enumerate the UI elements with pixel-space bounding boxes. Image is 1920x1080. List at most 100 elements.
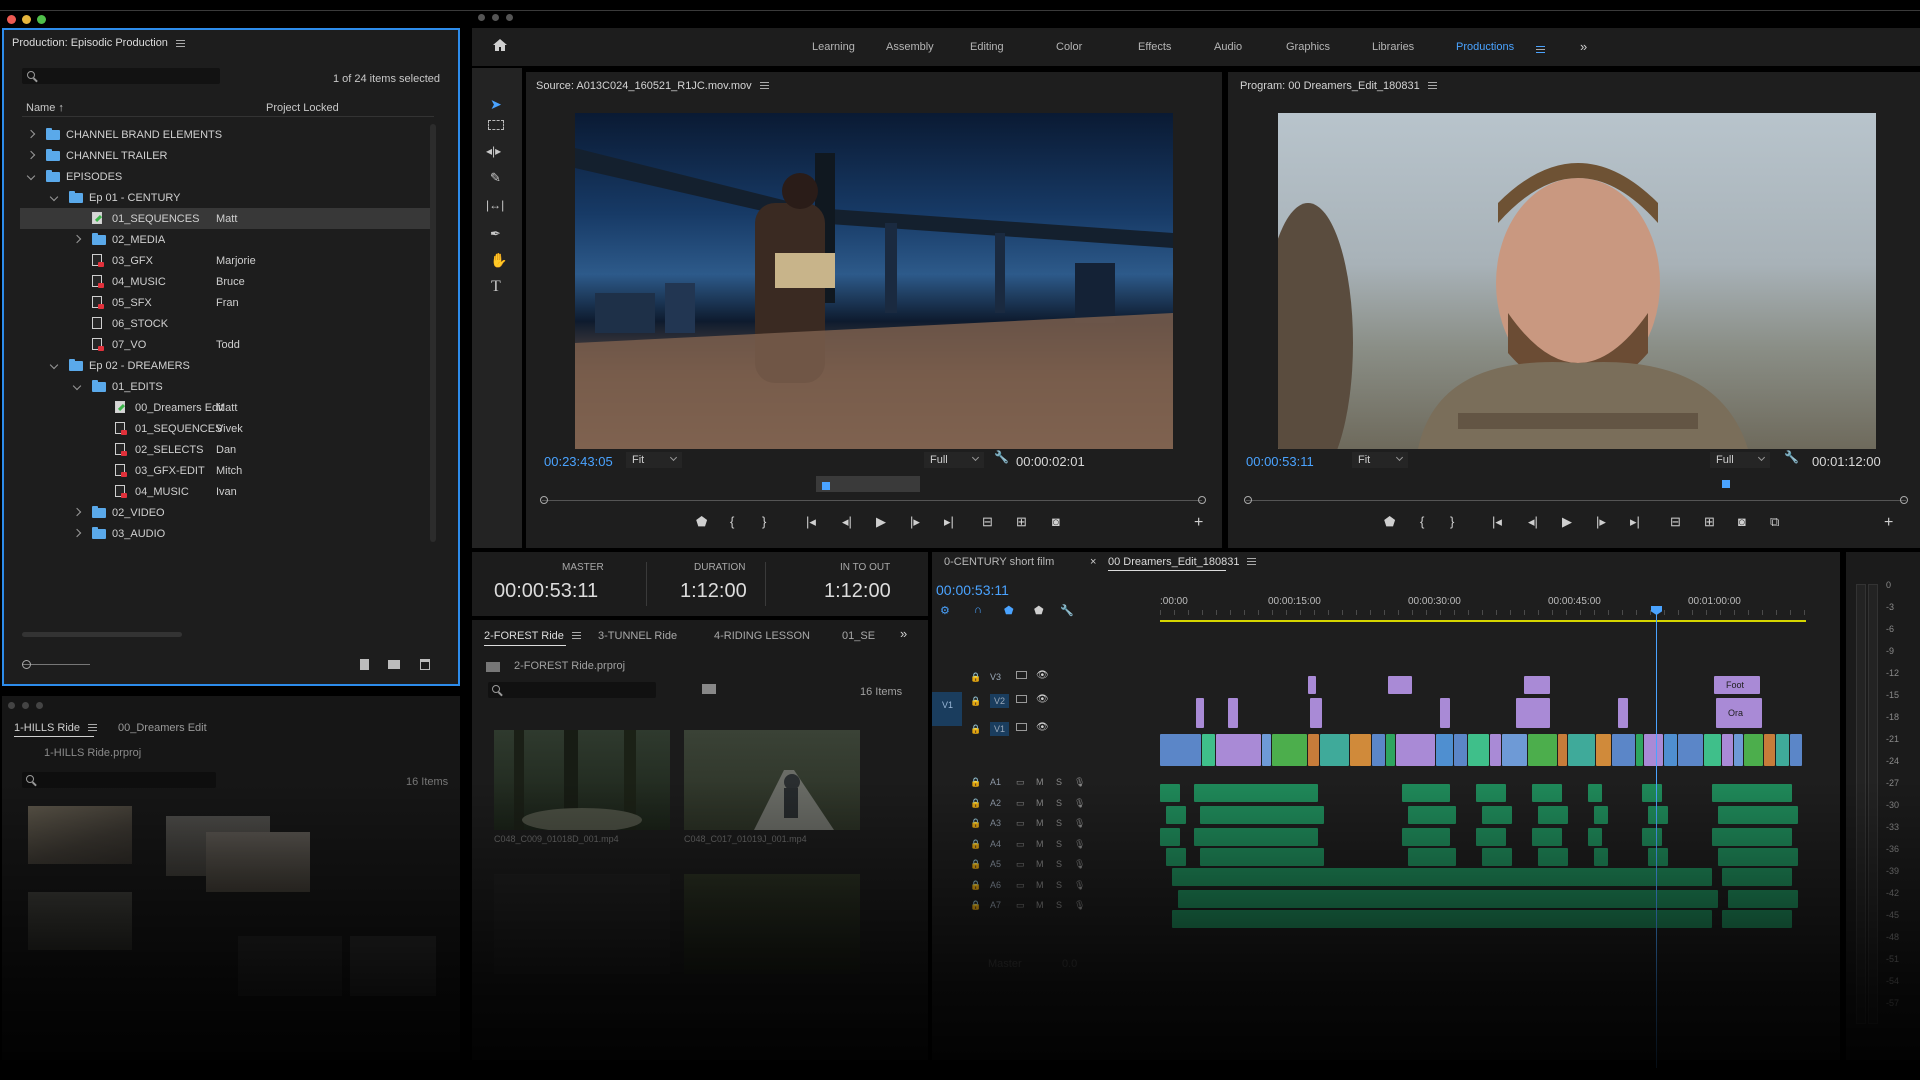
more-workspaces-icon[interactable]: » bbox=[1580, 39, 1587, 54]
track-lock-icon[interactable]: 🔒 bbox=[970, 798, 981, 809]
column-header-name[interactable]: Name ↑ bbox=[26, 102, 64, 114]
audio-clip[interactable] bbox=[1722, 910, 1792, 928]
audio-track-header[interactable]: 🔒 A6 ▭ M S 🎙 bbox=[932, 877, 1158, 897]
v3-clip[interactable] bbox=[1388, 676, 1412, 694]
workspace-tab-color[interactable]: Color bbox=[1056, 41, 1082, 53]
toggle-sync-lock-icon[interactable]: ▭ bbox=[1016, 798, 1025, 809]
track-lock-icon[interactable]: 🔒 bbox=[970, 818, 981, 829]
disclosure-open-icon[interactable] bbox=[49, 192, 59, 202]
audio-clip[interactable] bbox=[1402, 828, 1450, 846]
pen-tool-icon[interactable]: ✒ bbox=[490, 226, 501, 242]
track-lock-icon[interactable]: 🔒 bbox=[970, 672, 981, 683]
audio-track-header[interactable]: 🔒 A1 ▭ M S 🎙 bbox=[932, 774, 1158, 794]
audio-clip[interactable] bbox=[1200, 806, 1256, 824]
program-scrubber[interactable] bbox=[1246, 500, 1906, 501]
column-header-lock[interactable]: Project Locked bbox=[266, 102, 339, 114]
audio-clip[interactable] bbox=[1712, 784, 1792, 802]
lift-icon[interactable]: ⊟ bbox=[1670, 514, 1681, 530]
audio-clip[interactable] bbox=[1476, 828, 1506, 846]
work-area-bar[interactable] bbox=[1160, 620, 1806, 622]
v2-clip[interactable] bbox=[1196, 698, 1204, 728]
audio-clip[interactable] bbox=[1252, 806, 1324, 824]
video-track-header[interactable]: 🔒 V3 👁 bbox=[932, 668, 1158, 690]
mark-in-icon[interactable]: { bbox=[730, 514, 734, 529]
add-marker-icon[interactable]: ⬟ bbox=[1384, 514, 1395, 530]
workspace-tab-assembly[interactable]: Assembly bbox=[886, 41, 934, 53]
step-forward-icon[interactable]: |▸ bbox=[910, 514, 920, 530]
track-select-tool-icon[interactable] bbox=[488, 120, 504, 130]
ripple-edit-tool-icon[interactable]: ◂|▸ bbox=[486, 144, 501, 158]
audio-clip[interactable] bbox=[1594, 806, 1608, 824]
track-label[interactable]: A4 bbox=[990, 839, 1001, 849]
audio-clip[interactable] bbox=[1588, 784, 1602, 802]
audio-clip[interactable] bbox=[1160, 828, 1180, 846]
v1-clip[interactable] bbox=[1490, 734, 1501, 766]
audio-track-header[interactable]: 🔒 A4 ▭ M S 🎙 bbox=[932, 836, 1158, 856]
v1-clip[interactable] bbox=[1568, 734, 1595, 766]
project-item-row[interactable]: 03_GFX-EDIT Mitch bbox=[20, 460, 434, 481]
solo-button[interactable]: S bbox=[1056, 839, 1062, 849]
panel-menu-icon[interactable] bbox=[759, 82, 769, 89]
eye-icon[interactable]: 👁 bbox=[1036, 722, 1049, 733]
audio-clip[interactable] bbox=[1538, 806, 1568, 824]
marker-toggle-icon[interactable]: ⬟ bbox=[1004, 604, 1014, 617]
v2-clip[interactable] bbox=[1310, 698, 1322, 728]
bin-search-input[interactable] bbox=[488, 682, 656, 698]
workspace-menu-icon[interactable] bbox=[1528, 44, 1545, 56]
extract-icon[interactable]: ⊞ bbox=[1704, 514, 1715, 530]
clip-thumb-2[interactable] bbox=[684, 730, 860, 830]
audio-clip[interactable] bbox=[1402, 784, 1450, 802]
play-icon[interactable]: ▶ bbox=[876, 514, 886, 530]
audio-clip[interactable] bbox=[1252, 848, 1324, 866]
insert-icon[interactable]: ⊟ bbox=[982, 514, 993, 530]
audio-clip[interactable] bbox=[1728, 890, 1798, 908]
program-zoom-select[interactable]: Fit bbox=[1352, 452, 1408, 468]
track-label[interactable]: A7 bbox=[990, 900, 1001, 910]
video-track-header[interactable]: 🔒 V2 👁 bbox=[932, 692, 1158, 726]
v1-clip[interactable] bbox=[1722, 734, 1733, 766]
project-item-row[interactable]: 04_MUSIC Ivan bbox=[20, 481, 434, 502]
toggle-sync-lock-icon[interactable]: ▭ bbox=[1016, 900, 1025, 911]
tree-scrollbar[interactable] bbox=[430, 124, 436, 542]
tab-dreamers-edit[interactable]: 00_Dreamers Edit bbox=[118, 722, 207, 734]
toggle-sync-lock-icon[interactable] bbox=[1016, 695, 1027, 703]
track-label[interactable]: A2 bbox=[990, 798, 1001, 808]
window-close-dot[interactable] bbox=[7, 15, 16, 24]
v1-clip[interactable] bbox=[1636, 734, 1643, 766]
window-minimize-dot[interactable] bbox=[22, 15, 31, 24]
v1-clip[interactable] bbox=[1436, 734, 1453, 766]
audio-clip[interactable] bbox=[1194, 784, 1250, 802]
add-marker-icon[interactable]: ⬟ bbox=[696, 514, 707, 530]
microphone-icon[interactable]: 🎙 bbox=[1074, 777, 1085, 788]
v1-clip[interactable] bbox=[1558, 734, 1567, 766]
wrench-icon[interactable]: 🔧 bbox=[994, 450, 1009, 464]
zoom-slider-handle[interactable] bbox=[22, 660, 31, 669]
audio-track-header[interactable]: 🔒 A5 ▭ M S 🎙 bbox=[932, 856, 1158, 876]
solo-button[interactable]: S bbox=[1056, 798, 1062, 808]
v1-clip[interactable] bbox=[1596, 734, 1611, 766]
track-lock-icon[interactable]: 🔒 bbox=[970, 777, 981, 788]
mute-button[interactable]: M bbox=[1036, 859, 1044, 869]
step-back-icon[interactable]: ◂| bbox=[1528, 514, 1538, 530]
audio-clip[interactable] bbox=[1178, 890, 1718, 908]
microphone-icon[interactable]: 🎙 bbox=[1074, 859, 1085, 870]
workspace-tab-editing[interactable]: Editing bbox=[970, 41, 1004, 53]
mute-button[interactable]: M bbox=[1036, 839, 1044, 849]
v1-clip[interactable] bbox=[1468, 734, 1489, 766]
project-item-row[interactable]: 04_MUSIC Bruce bbox=[20, 271, 434, 292]
audio-clip[interactable] bbox=[1172, 910, 1712, 928]
project-panel-header[interactable]: Production: Episodic Production bbox=[2, 30, 460, 56]
project-item-row[interactable]: 01_SEQUENCES Matt bbox=[20, 208, 434, 229]
project-item-row[interactable]: 02_MEDIA bbox=[20, 229, 434, 250]
v1-clip[interactable] bbox=[1202, 734, 1215, 766]
v3-clip[interactable] bbox=[1308, 676, 1316, 694]
horizontal-scrollbar[interactable] bbox=[22, 632, 182, 637]
v1-clip[interactable] bbox=[1272, 734, 1307, 766]
audio-clip[interactable] bbox=[1166, 806, 1186, 824]
mute-button[interactable]: M bbox=[1036, 798, 1044, 808]
audio-clip[interactable] bbox=[1246, 828, 1318, 846]
toggle-sync-lock-icon[interactable] bbox=[1016, 723, 1027, 731]
step-forward-icon[interactable]: |▸ bbox=[1596, 514, 1606, 530]
project-item-row[interactable]: 03_AUDIO bbox=[20, 523, 434, 544]
workspace-tab-productions[interactable]: Productions bbox=[1456, 41, 1514, 53]
